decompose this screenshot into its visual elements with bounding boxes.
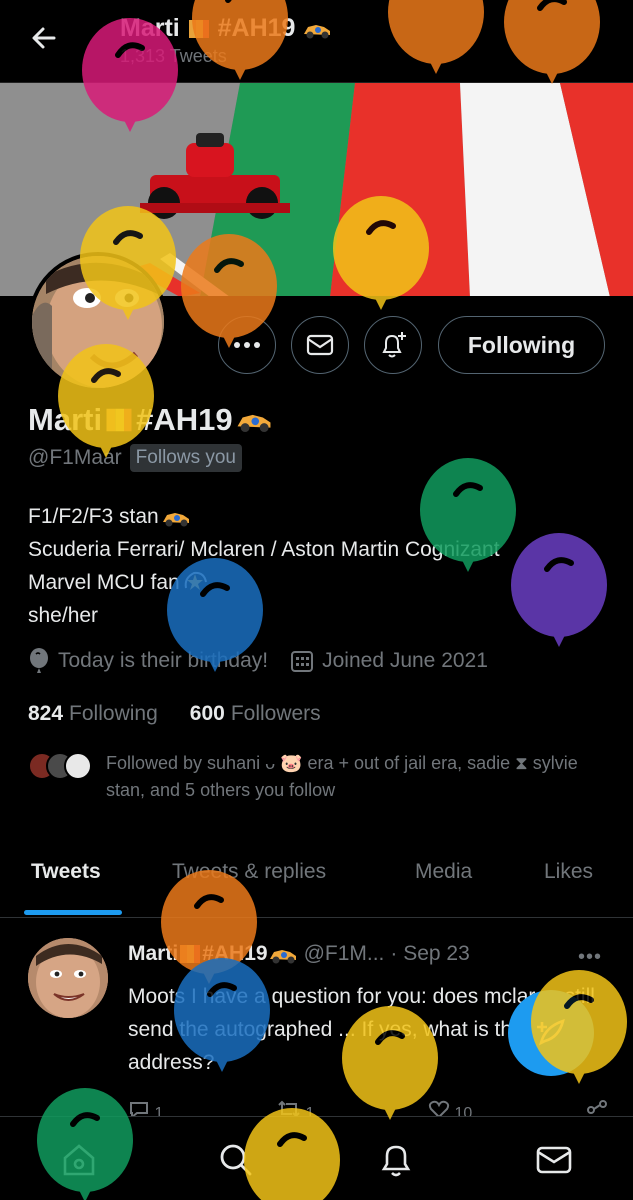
- birthday-item: Today is their birthday!: [28, 648, 268, 674]
- bell-icon[interactable]: [377, 1141, 415, 1179]
- tweet-time[interactable]: · Sep 23: [390, 942, 469, 966]
- profile-avatar[interactable]: [28, 252, 168, 392]
- tweet-avatar[interactable]: [28, 938, 108, 1018]
- following-link[interactable]: 824 Following: [28, 702, 158, 726]
- tab-media[interactable]: Media: [415, 860, 472, 884]
- bio-line: Marvel MCU fan: [28, 566, 500, 599]
- belgium-flag-icon: [106, 408, 132, 432]
- bio-line: she/her: [28, 604, 99, 627]
- tweet-more-button[interactable]: •••: [578, 946, 602, 969]
- race-car-icon: [162, 512, 189, 526]
- search-icon[interactable]: [217, 1141, 255, 1179]
- balloon-icon: [30, 648, 48, 673]
- tab-likes[interactable]: Likes: [544, 860, 593, 884]
- follows-you-badge: Follows you: [129, 444, 242, 472]
- header-tweet-count: 1,313 Tweets: [120, 46, 227, 66]
- race-car-icon: [237, 414, 271, 433]
- belgium-flag-icon: [188, 20, 209, 39]
- more-icon: [234, 342, 260, 348]
- follower-avatars: [28, 752, 92, 782]
- tab-tweets-replies[interactable]: Tweets & replies: [172, 860, 326, 884]
- profile-name: Marti #AH19: [28, 402, 273, 438]
- follow-counts: 824 Following 600 Followers: [28, 702, 321, 726]
- followed-by[interactable]: Followed by suhani ᴗ 🐷 era + out of jail…: [28, 750, 596, 804]
- bio-line: F1/F2/F3 stan: [28, 500, 500, 533]
- profile-name-suffix: #AH19: [136, 402, 233, 437]
- race-car-icon: [304, 25, 331, 39]
- profile-bio: F1/F2/F3 stan Scuderia Ferrari/ Mclaren …: [28, 500, 500, 632]
- bell-plus-icon: [382, 332, 406, 358]
- header-name: Marti #AH19: [120, 14, 332, 43]
- header-display-name: Marti: [120, 14, 180, 42]
- avatar: [64, 752, 92, 780]
- profile-tabs: Tweets Tweets & replies Media Likes: [0, 846, 633, 918]
- dizzy-star-icon: [184, 571, 207, 590]
- active-tab-indicator: [24, 910, 122, 915]
- profile-display-name: Marti: [28, 402, 103, 437]
- tweet-header: Marti #AH19 @F1M... · Sep 23: [128, 942, 608, 966]
- followed-by-text: Followed by suhani ᴗ 🐷 era + out of jail…: [106, 753, 578, 800]
- bottom-navigation: [0, 1116, 633, 1200]
- top-bar: Marti #AH19 1,313 Tweets: [0, 0, 633, 82]
- tweet-handle: @F1M...: [303, 942, 385, 965]
- handle-row: @F1Maar Follows you: [28, 444, 242, 472]
- messages-icon[interactable]: [535, 1141, 573, 1179]
- message-button[interactable]: [291, 316, 349, 374]
- compose-icon: [537, 1019, 565, 1046]
- profile-handle: @F1Maar: [28, 446, 122, 469]
- mail-icon: [306, 334, 334, 356]
- back-arrow-icon[interactable]: [28, 22, 60, 54]
- joined-item: Joined June 2021: [290, 649, 488, 673]
- header-name-suffix: #AH19: [217, 14, 296, 42]
- compose-button[interactable]: [508, 990, 594, 1076]
- bio-line: Scuderia Ferrari/ Mclaren / Aston Martin…: [28, 538, 500, 561]
- followers-link[interactable]: 600 Followers: [190, 702, 321, 726]
- tab-tweets[interactable]: Tweets: [31, 860, 101, 884]
- balloon: [511, 533, 607, 647]
- notifications-button[interactable]: [364, 316, 422, 374]
- home-icon[interactable]: [60, 1141, 98, 1179]
- race-car-icon: [269, 950, 296, 964]
- calendar-icon: [291, 651, 314, 672]
- belgium-flag-icon: [180, 945, 201, 963]
- more-button[interactable]: [218, 316, 276, 374]
- following-button[interactable]: Following: [438, 316, 605, 374]
- profile-meta: Today is their birthday! Joined June 202…: [28, 648, 488, 674]
- tweet-author[interactable]: Marti #AH19: [128, 942, 298, 966]
